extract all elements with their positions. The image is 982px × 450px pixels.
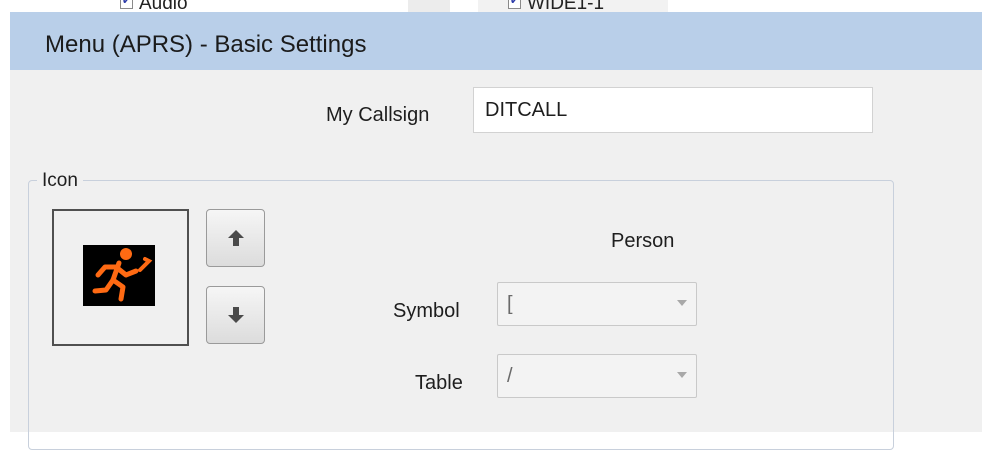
icon-name-label: Person <box>611 230 675 252</box>
symbol-label: Symbol <box>393 300 460 322</box>
chevron-down-icon <box>677 300 687 306</box>
next-icon-button[interactable] <box>206 286 265 344</box>
chevron-down-icon <box>677 372 687 378</box>
arrow-down-icon <box>227 307 244 323</box>
icon-preview <box>52 209 189 346</box>
table-value: / <box>507 365 513 387</box>
audio-checkbox[interactable] <box>120 0 133 9</box>
clipped-divider <box>408 0 450 12</box>
clipped-parent-window-strip: Audio WIDE1-1 <box>0 0 982 12</box>
page-title: Menu (APRS) - Basic Settings <box>45 31 367 58</box>
table-select[interactable]: / <box>497 354 697 398</box>
left-edge <box>0 12 10 432</box>
symbol-value: [ <box>507 293 513 315</box>
icon-group-legend: Icon <box>37 170 83 192</box>
running-person-icon <box>83 245 155 306</box>
table-label: Table <box>415 372 463 394</box>
callsign-label: My Callsign <box>326 104 430 126</box>
previous-icon-button[interactable] <box>206 209 265 267</box>
audio-label: Audio <box>139 0 188 12</box>
wide-label: WIDE1-1 <box>527 0 605 12</box>
arrow-up-icon <box>227 230 244 246</box>
callsign-input[interactable]: DITCALL <box>473 87 873 133</box>
symbol-select[interactable]: [ <box>497 282 697 326</box>
wide-checkbox[interactable] <box>508 0 521 9</box>
